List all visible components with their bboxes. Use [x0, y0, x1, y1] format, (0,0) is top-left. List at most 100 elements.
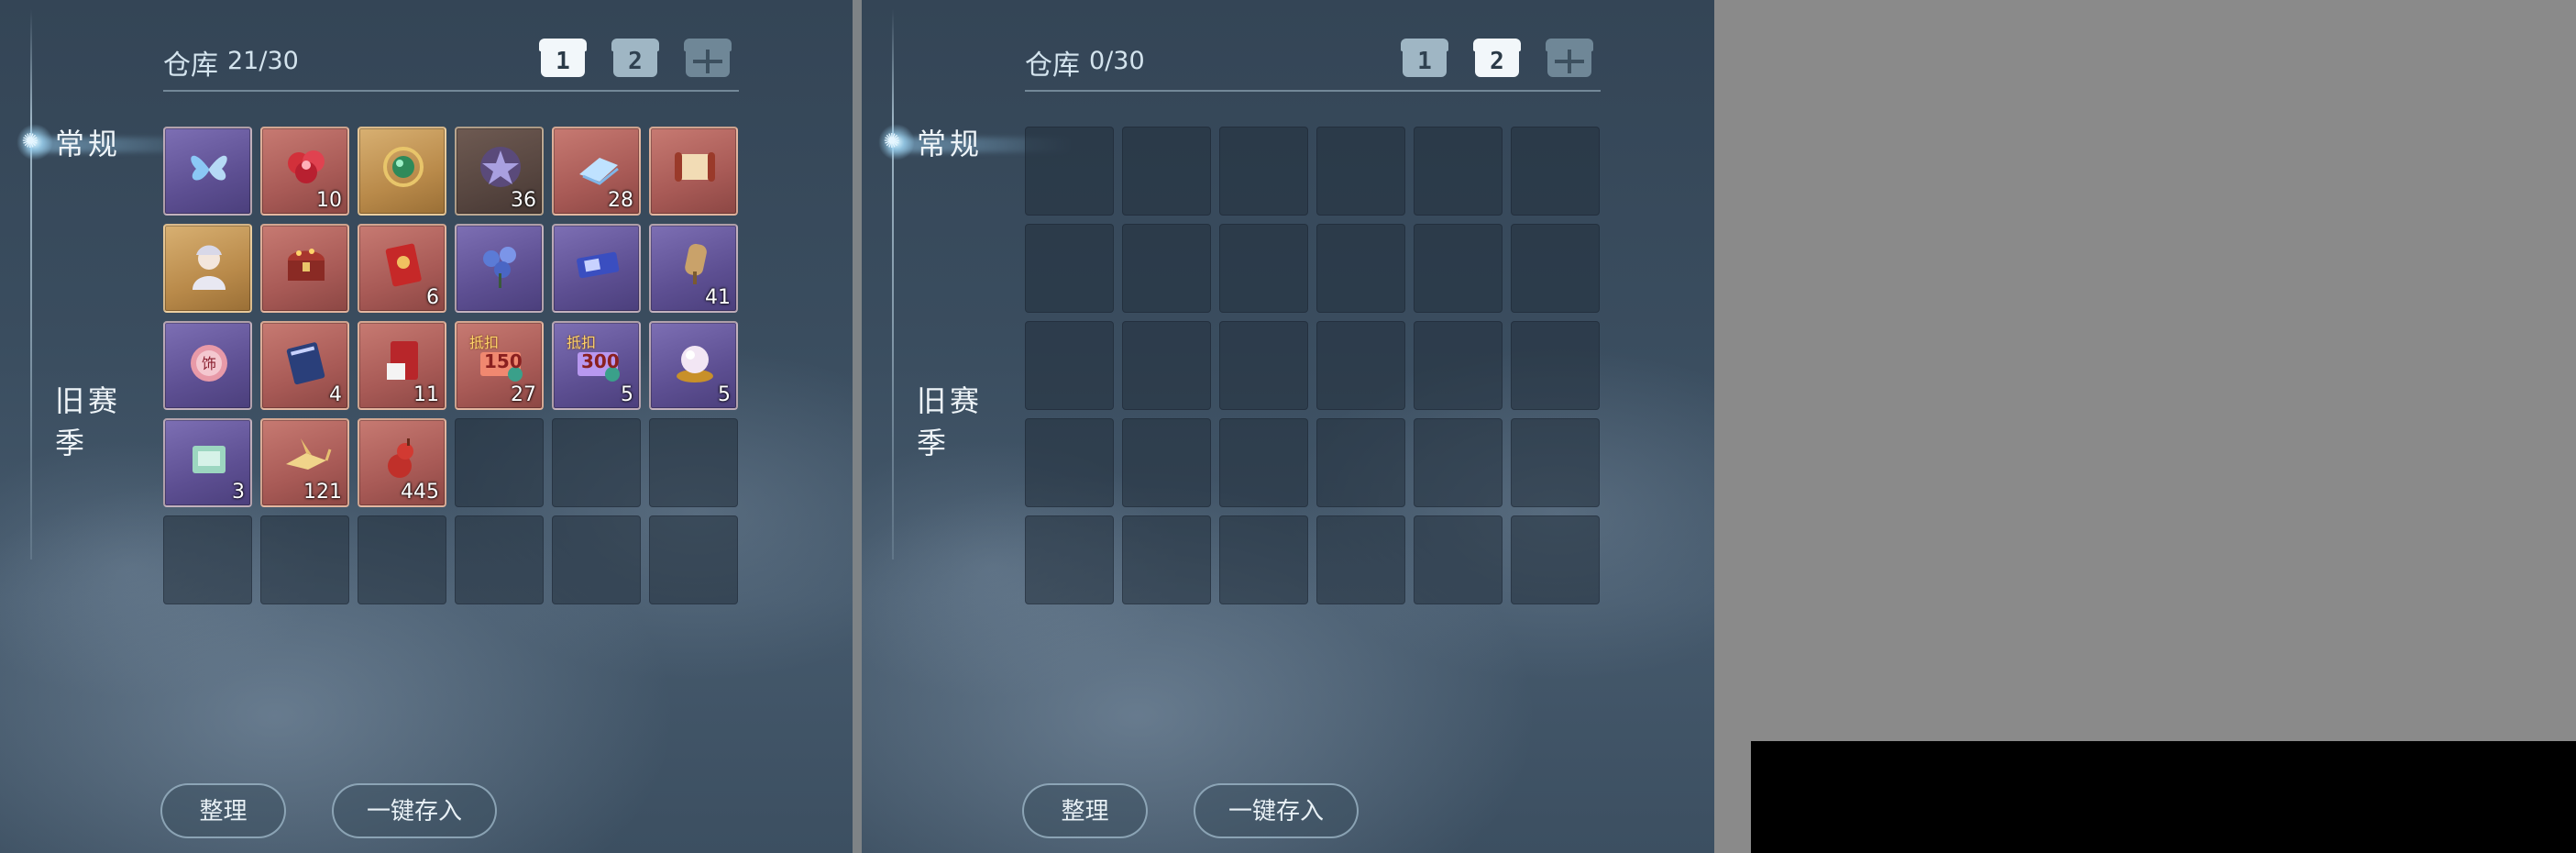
- empty-slot[interactable]: [552, 418, 641, 507]
- item-quantity: 5: [718, 383, 731, 406]
- capacity-count: 21/30: [227, 47, 299, 75]
- chest-tab-number: 1: [1417, 48, 1432, 75]
- butterfly-icon: [183, 141, 235, 193]
- item-quantity: 36: [511, 189, 536, 212]
- chest-tab-1[interactable]: 1: [539, 37, 587, 81]
- deposit-all-button[interactable]: 一键存入: [332, 783, 497, 838]
- inventory-slot[interactable]: [358, 127, 446, 216]
- empty-slot[interactable]: [1025, 224, 1114, 313]
- plus-icon: [693, 60, 722, 63]
- voucher-tag: 抵扣: [567, 334, 597, 351]
- red-flower-bundle-icon: [281, 141, 332, 193]
- blue-cloth-icon: [572, 141, 623, 193]
- empty-slot[interactable]: [1219, 127, 1308, 216]
- empty-slot[interactable]: [649, 515, 738, 604]
- empty-slot[interactable]: [1414, 127, 1503, 216]
- empty-slot[interactable]: [1414, 418, 1503, 507]
- item-quantity: 4: [329, 383, 342, 406]
- inventory-slot[interactable]: 3: [163, 418, 252, 507]
- chest-tab-2[interactable]: 2: [1473, 37, 1521, 81]
- empty-slot[interactable]: [1025, 321, 1114, 410]
- empty-slot[interactable]: [552, 515, 641, 604]
- empty-slot[interactable]: [649, 418, 738, 507]
- empty-slot[interactable]: [1511, 127, 1600, 216]
- inventory-slot[interactable]: [163, 224, 252, 313]
- inventory-slot[interactable]: 10: [260, 127, 349, 216]
- empty-slot[interactable]: [1219, 224, 1308, 313]
- empty-slot[interactable]: [1025, 127, 1114, 216]
- inventory-slot[interactable]: [649, 127, 738, 216]
- crystal-ball-icon: [669, 336, 721, 387]
- chest-tab-add[interactable]: [684, 37, 732, 81]
- empty-slot[interactable]: [1414, 224, 1503, 313]
- empty-slot[interactable]: [1316, 224, 1405, 313]
- empty-slot[interactable]: [1316, 418, 1405, 507]
- empty-slot[interactable]: [1511, 418, 1600, 507]
- tab-normal[interactable]: 常规: [55, 123, 121, 165]
- inventory-slot[interactable]: 28: [552, 127, 641, 216]
- deposit-all-button[interactable]: 一键存入: [1194, 783, 1359, 838]
- inventory-slot[interactable]: 121: [260, 418, 349, 507]
- empty-slot[interactable]: [1316, 515, 1405, 604]
- character-portrait-icon: [183, 238, 235, 290]
- empty-slot[interactable]: [1122, 127, 1211, 216]
- empty-slot[interactable]: [1316, 321, 1405, 410]
- inventory-slot[interactable]: [163, 127, 252, 216]
- empty-slot[interactable]: [1025, 515, 1114, 604]
- empty-slot[interactable]: [455, 418, 544, 507]
- empty-slot[interactable]: [1316, 127, 1405, 216]
- empty-slot[interactable]: [1122, 321, 1211, 410]
- empty-slot[interactable]: [1025, 418, 1114, 507]
- empty-slot[interactable]: [1219, 418, 1308, 507]
- tab-rail: [892, 9, 894, 559]
- inventory-slot[interactable]: 41: [649, 224, 738, 313]
- inventory-slot[interactable]: 445: [358, 418, 446, 507]
- empty-slot[interactable]: [1122, 515, 1211, 604]
- tab-normal[interactable]: 常规: [917, 123, 983, 165]
- inventory-slot[interactable]: 11: [358, 321, 446, 410]
- chest-tab-1[interactable]: 1: [1401, 37, 1448, 81]
- empty-slot[interactable]: [1511, 515, 1600, 604]
- sort-button[interactable]: 整理: [1022, 783, 1148, 838]
- tab-old-season[interactable]: 旧赛季: [917, 380, 999, 464]
- inventory-slot[interactable]: [455, 224, 544, 313]
- voucher-tag: 抵扣: [469, 334, 500, 351]
- spiral-icon: ✺: [21, 130, 39, 153]
- inventory-slot[interactable]: 抵扣 150 27: [455, 321, 544, 410]
- empty-slot[interactable]: [1414, 515, 1503, 604]
- chest-tab-number: 1: [556, 48, 570, 75]
- inventory-slot[interactable]: [260, 224, 349, 313]
- red-envelope-icon: [378, 238, 429, 290]
- inventory-slot[interactable]: 抵扣 300 5: [552, 321, 641, 410]
- empty-slot[interactable]: [1219, 321, 1308, 410]
- sort-button[interactable]: 整理: [160, 783, 286, 838]
- blue-flowers-icon: [475, 238, 526, 290]
- inventory-slot[interactable]: 5: [649, 321, 738, 410]
- plus-icon: [1555, 60, 1584, 63]
- inventory-slot[interactable]: 6: [358, 224, 446, 313]
- chest-tab-2[interactable]: 2: [611, 37, 659, 81]
- inventory-slot[interactable]: 饰: [163, 321, 252, 410]
- empty-slot[interactable]: [455, 515, 544, 604]
- inventory-slot[interactable]: [552, 224, 641, 313]
- paper-crane-icon: [281, 433, 332, 484]
- inventory-slot[interactable]: 4: [260, 321, 349, 410]
- empty-slot[interactable]: [1511, 224, 1600, 313]
- treasure-chest-icon: [281, 238, 332, 290]
- empty-slot[interactable]: [1511, 321, 1600, 410]
- empty-slot[interactable]: [358, 515, 446, 604]
- empty-slot[interactable]: [1122, 418, 1211, 507]
- empty-slot[interactable]: [260, 515, 349, 604]
- jade-gem-icon: [378, 141, 429, 193]
- empty-slot[interactable]: [163, 515, 252, 604]
- empty-slot[interactable]: [1219, 515, 1308, 604]
- svg-text:饰: 饰: [202, 355, 216, 372]
- red-gourd-icon: [378, 433, 429, 484]
- chest-tab-add[interactable]: [1546, 37, 1593, 81]
- capacity-count: 0/30: [1089, 47, 1145, 75]
- empty-slot[interactable]: [1122, 224, 1211, 313]
- inventory-slot[interactable]: 36: [455, 127, 544, 216]
- warehouse-title: 仓库: [163, 50, 218, 82]
- empty-slot[interactable]: [1414, 321, 1503, 410]
- tab-old-season[interactable]: 旧赛季: [55, 380, 138, 464]
